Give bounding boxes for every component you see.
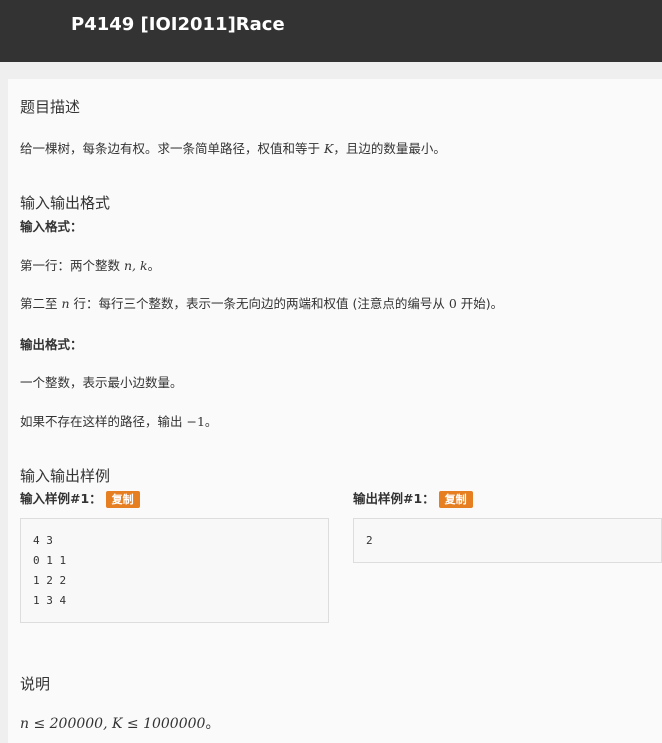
sample-input-line: 4 3 [33, 534, 53, 547]
copy-input-button[interactable]: 复制 [105, 491, 140, 508]
sample-input-line: 1 3 4 [33, 594, 67, 607]
sample-output-box[interactable]: 2 [353, 518, 662, 563]
sample-input-line: 0 1 1 [33, 554, 67, 567]
sample-input-line: 1 2 2 [33, 574, 67, 587]
output-format-line2: 如果不存在这样的路径，输出 −1。 [20, 414, 218, 429]
sample-output-label: 输出样例#1： 复制 [353, 488, 473, 508]
notes-text: n ≤ 200000, K ≤ 1000000。 [20, 716, 220, 732]
notes-heading: 说明 [20, 675, 51, 693]
input-format-line1: 第一行：两个整数 n, k。 [20, 258, 161, 273]
copy-output-button[interactable]: 复制 [438, 491, 473, 508]
problem-title: P4149 [IOI2011]Race [71, 14, 285, 35]
problem-header: P4149 [IOI2011]Race [0, 0, 662, 62]
output-format-label: 输出格式： [20, 337, 83, 352]
problem-content: 题目描述 给一棵树，每条边有权。求一条简单路径，权值和等于 K，且边的数量最小。… [8, 79, 662, 743]
sample-input-label: 输入样例#1： 复制 [20, 488, 140, 508]
output-format-line1: 一个整数，表示最小边数量。 [20, 375, 183, 390]
samples-heading: 输入输出样例 [20, 467, 111, 485]
input-format-line2: 第二至 n 行：每行三个整数，表示一条无向边的两端和权值 (注意点的编号从 0 … [20, 296, 504, 311]
input-format-label: 输入格式： [20, 219, 83, 234]
description-heading: 题目描述 [20, 98, 81, 116]
description-text: 给一棵树，每条边有权。求一条简单路径，权值和等于 K，且边的数量最小。 [20, 141, 446, 156]
io-format-heading: 输入输出格式 [20, 194, 111, 212]
sample-output-line: 2 [366, 534, 373, 547]
sample-input-box[interactable]: 4 3 0 1 1 1 2 2 1 3 4 [20, 518, 329, 623]
